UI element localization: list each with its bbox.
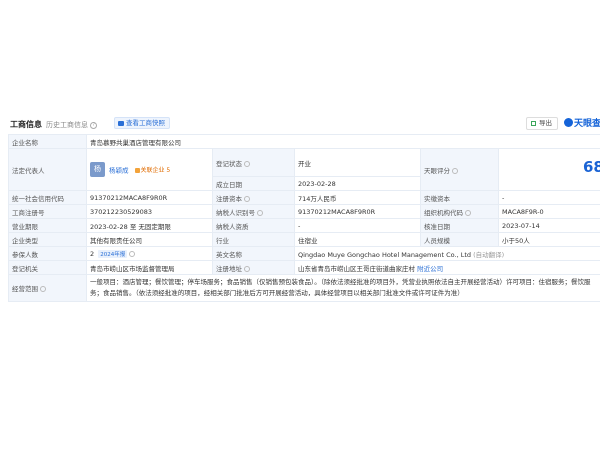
address-label-text: 注册地址 [216, 264, 242, 273]
authority-label: 登记机关 [8, 260, 87, 275]
credit-code-value: 91370212MACA8F9R0R [86, 190, 213, 205]
legal-rep-name-link[interactable]: 杨颖成 [109, 167, 129, 175]
section-header: 工商信息 历史工商信息 ? 查看工商快照 导出 天眼查 [8, 116, 600, 134]
score-cell[interactable]: 68 分 [497, 148, 600, 191]
address-cell: 山东省青岛市崂山区王哥庄街道曲家庄村 附近公司 [293, 260, 600, 275]
paid-capital-value: - [497, 190, 600, 205]
brand-logo: 天眼查 [564, 116, 600, 129]
legal-rep-cell: 杨杨颖成 关联企业 5 [86, 148, 213, 191]
table-row: 参保人数 2 2024年报 英文名称 Qingdao Muye Gongchao… [8, 246, 600, 261]
org-code-label: 组织机构代码 [420, 204, 499, 219]
taxpayer-id-label: 纳税人识别号 [212, 204, 295, 219]
reg-capital-label: 注册资本 [212, 190, 295, 205]
table-row: 工商注册号 370212230529083 纳税人识别号 91370212MAC… [8, 204, 600, 219]
business-info-panel: 工商信息 历史工商信息 ? 查看工商快照 导出 天眼查 企业名称 青岛慕野共巢酒… [8, 116, 600, 302]
snapshot-button[interactable]: 查看工商快照 [114, 117, 170, 129]
en-name-note: (自动翻译) [473, 250, 505, 259]
history-info-link[interactable]: 历史工商信息 ? [46, 120, 98, 130]
industry-label: 行业 [212, 232, 295, 247]
table-row: 登记机关 青岛市崂山区市场监督管理局 注册地址 山东省青岛市崂山区王哥庄街道曲家… [8, 260, 600, 275]
taxpayer-id-label-text: 纳税人识别号 [216, 208, 255, 217]
export-button[interactable]: 导出 [526, 117, 558, 130]
authority-value: 青岛市崂山区市场监督管理局 [86, 260, 213, 275]
type-label: 企业类型 [8, 232, 87, 247]
reg-status-label-text: 登记状态 [216, 159, 242, 168]
org-code-value: MACA8F9R-0 [497, 204, 600, 219]
staff-size-value: 小于50人 [497, 232, 600, 247]
help-icon [452, 167, 458, 174]
reg-no-value: 370212230529083 [86, 204, 213, 219]
staff-size-label: 人员规模 [420, 232, 499, 247]
approval-date-label: 核准日期 [420, 218, 499, 233]
info-table: 企业名称 青岛慕野共巢酒店管理有限公司 法定代表人 杨杨颖成 关联企业 5 登记状… [8, 134, 600, 302]
reg-capital-value: 714万人民币 [294, 190, 421, 205]
score-label: 天眼评分 [420, 148, 499, 191]
table-row: 企业类型 其他有限责任公司 行业 住宿业 人员规模 小于50人 [8, 232, 600, 247]
nearby-companies-link[interactable]: 附近公司 [417, 265, 443, 273]
company-name: 青岛慕野共巢酒店管理有限公司 [85, 134, 600, 149]
table-row: 企业名称 青岛慕野共巢酒店管理有限公司 [8, 134, 600, 149]
company-name-label: 企业名称 [8, 134, 87, 149]
reg-status-value: 开业 [294, 148, 421, 177]
en-name-cell: Qingdao Muye Gongchao Hotel Management C… [293, 246, 600, 261]
en-name-value: Qingdao Muye Gongchao Hotel Management C… [298, 250, 472, 259]
help-icon [244, 195, 250, 202]
assoc-companies-label: 关联企业 5 [140, 167, 171, 174]
avatar: 杨 [90, 162, 105, 177]
reg-no-label: 工商注册号 [8, 204, 87, 219]
taxpayer-id-value: 91370212MACA8F9R0R [294, 204, 421, 219]
help-icon [257, 209, 263, 216]
section-title: 工商信息 [10, 120, 42, 129]
legal-rep-label: 法定代表人 [8, 148, 87, 191]
help-icon [244, 160, 250, 167]
table-row: 经营范围 一般项目：酒店管理；餐饮管理；停车场服务；食品销售（仅销售预包装食品）… [8, 274, 600, 302]
term-value: 2023-02-28 至 无固定期限 [86, 218, 213, 233]
snapshot-button-label: 查看工商快照 [126, 119, 165, 127]
help-icon [40, 286, 46, 292]
table-row: 营业期限 2023-02-28 至 无固定期限 纳税人资质 - 核准日期 202… [8, 218, 600, 233]
established-value: 2023-02-28 [294, 176, 421, 191]
assoc-companies-link[interactable]: 关联企业 5 [134, 165, 171, 174]
reg-status-label: 登记状态 [212, 148, 295, 177]
insured-label: 参保人数 [8, 246, 87, 261]
reg-capital-label-text: 注册资本 [216, 194, 242, 203]
score-label-text: 天眼评分 [424, 166, 450, 175]
credit-code-label: 统一社会信用代码 [8, 190, 87, 205]
help-icon [129, 250, 136, 257]
org-code-label-text: 组织机构代码 [424, 208, 463, 217]
established-label: 成立日期 [212, 176, 295, 191]
score-value: 68 [583, 158, 600, 176]
address-label: 注册地址 [212, 260, 295, 275]
help-icon [465, 209, 471, 216]
type-value: 其他有限责任公司 [86, 232, 213, 247]
tax-qual-label: 纳税人资质 [212, 218, 295, 233]
help-icon: ? [90, 121, 98, 129]
excel-icon [531, 120, 536, 126]
help-icon [244, 265, 250, 272]
export-button-label: 导出 [539, 119, 552, 127]
paid-capital-label: 实缴资本 [420, 190, 499, 205]
en-name-label: 英文名称 [212, 246, 295, 261]
assoc-icon [134, 167, 140, 173]
brand-name: 天眼查 [574, 119, 600, 129]
industry-value: 住宿业 [294, 232, 421, 247]
term-label: 营业期限 [8, 218, 87, 233]
eye-logo-icon [564, 118, 573, 127]
table-row: 法定代表人 杨杨颖成 关联企业 5 登记状态 开业 天眼评分 68 分 [8, 148, 600, 191]
scope-label: 经营范围 [8, 274, 87, 302]
insured-year-dropdown[interactable]: 2024年报 [98, 249, 128, 258]
address-value: 山东省青岛市崂山区王哥庄街道曲家庄村 [298, 264, 415, 273]
table-row: 统一社会信用代码 91370212MACA8F9R0R 注册资本 714万人民币… [8, 190, 600, 205]
camera-icon [118, 120, 124, 126]
insured-value: 2 [90, 249, 95, 258]
scope-label-text: 经营范围 [12, 285, 38, 293]
tax-qual-value: - [294, 218, 421, 233]
history-info-label: 历史工商信息 [46, 121, 88, 129]
insured-cell: 2 2024年报 [86, 246, 213, 261]
scope-value: 一般项目：酒店管理；餐饮管理；停车场服务；食品销售（仅销售预包装食品）。（除依法… [85, 274, 600, 302]
approval-date-value: 2023-07-14 [497, 218, 600, 233]
